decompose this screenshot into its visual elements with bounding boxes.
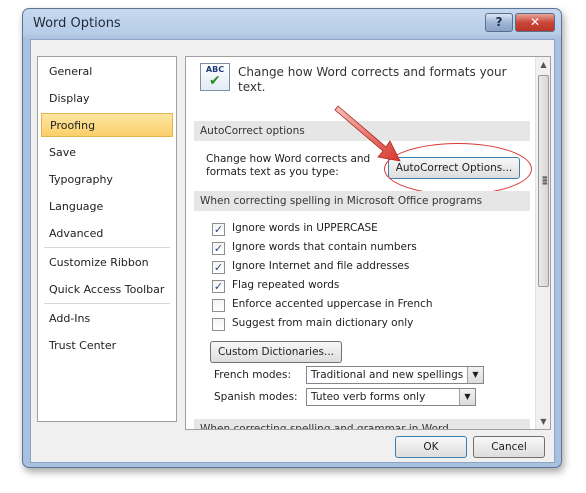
sidebar-item-trust-center[interactable]: Trust Center (41, 334, 173, 358)
checkbox-box[interactable] (212, 318, 225, 331)
checkbox-box[interactable]: ✓ (212, 223, 225, 236)
sidebar-item-add-ins[interactable]: Add-Ins (41, 307, 173, 331)
spanish-modes-label: Spanish modes: (214, 391, 298, 403)
panel-scrollbar[interactable]: ▲ ▬ ▬ ▬ ▼ (535, 57, 550, 429)
checkbox-label: Ignore Internet and file addresses (232, 260, 410, 272)
checkbox-label: Suggest from main dictionary only (232, 317, 414, 329)
grip-icon: ▬ ▬ ▬ (542, 174, 548, 187)
sidebar-item-advanced[interactable]: Advanced (41, 222, 173, 246)
sidebar-divider (44, 303, 170, 304)
abc-proofing-icon: ABC ✔ (200, 63, 230, 91)
dialog-body: General Display Proofing Save Typography… (30, 39, 555, 463)
sidebar-item-display[interactable]: Display (41, 87, 173, 111)
checkbox-box[interactable] (212, 299, 225, 312)
spelling-section-header: When correcting spelling in Microsoft Of… (194, 191, 530, 211)
chevron-down-icon[interactable]: ▼ (459, 389, 475, 405)
french-modes-value: Traditional and new spellings (311, 369, 464, 381)
scroll-up-icon[interactable]: ▲ (536, 57, 550, 72)
custom-dictionaries-button[interactable]: Custom Dictionaries... (210, 341, 342, 363)
autocorrect-description: Change how Word corrects and formats tex… (206, 153, 371, 178)
checkbox-box[interactable]: ✓ (212, 261, 225, 274)
checkbox-box[interactable]: ✓ (212, 242, 225, 255)
sidebar-item-save[interactable]: Save (41, 141, 173, 165)
checkbox-label: Ignore words in UPPERCASE (232, 222, 378, 234)
autocorrect-options-button[interactable]: AutoCorrect Options... (388, 157, 520, 179)
scroll-thumb[interactable]: ▬ ▬ ▬ (538, 75, 549, 287)
sidebar-item-typography[interactable]: Typography (41, 168, 173, 192)
sidebar-item-customize-ribbon[interactable]: Customize Ribbon (41, 251, 173, 275)
french-modes-label: French modes: (214, 369, 292, 381)
checkbox-label: Flag repeated words (232, 279, 340, 291)
help-button[interactable]: ? (485, 13, 513, 32)
grammar-section-header: When correcting spelling and grammar in … (194, 419, 530, 429)
spanish-modes-value: Tuteo verb forms only (311, 391, 426, 403)
checkbox-label: Enforce accented uppercase in French (232, 298, 433, 310)
word-options-dialog: Word Options ? ✕ General Display Proofin… (22, 8, 562, 468)
close-button[interactable]: ✕ (515, 13, 555, 32)
proofing-panel: ABC ✔ Change how Word corrects and forma… (185, 56, 551, 430)
ok-button[interactable]: OK (395, 436, 467, 458)
checkmark-icon: ✔ (209, 73, 221, 89)
sidebar-item-general[interactable]: General (41, 60, 173, 84)
sidebar-item-quick-access-toolbar[interactable]: Quick Access Toolbar (41, 278, 173, 302)
sidebar-item-proofing[interactable]: Proofing (41, 113, 173, 137)
autocorrect-section-header: AutoCorrect options (194, 121, 530, 141)
checkbox-box[interactable]: ✓ (212, 280, 225, 293)
spanish-modes-select[interactable]: Tuteo verb forms only ▼ (306, 388, 476, 406)
cancel-button[interactable]: Cancel (473, 436, 545, 458)
sidebar-divider (44, 247, 170, 248)
window-title: Word Options (33, 16, 121, 31)
panel-intro: Change how Word corrects and formats you… (238, 65, 507, 94)
scroll-down-icon[interactable]: ▼ (536, 414, 550, 429)
french-modes-select[interactable]: Traditional and new spellings ▼ (306, 366, 484, 384)
sidebar-item-language[interactable]: Language (41, 195, 173, 219)
chevron-down-icon[interactable]: ▼ (467, 367, 483, 383)
checkbox-label: Ignore words that contain numbers (232, 241, 417, 253)
title-bar[interactable]: Word Options ? ✕ (23, 9, 561, 39)
proofing-content: ABC ✔ Change how Word corrects and forma… (186, 57, 536, 429)
options-sidebar: General Display Proofing Save Typography… (37, 56, 177, 422)
